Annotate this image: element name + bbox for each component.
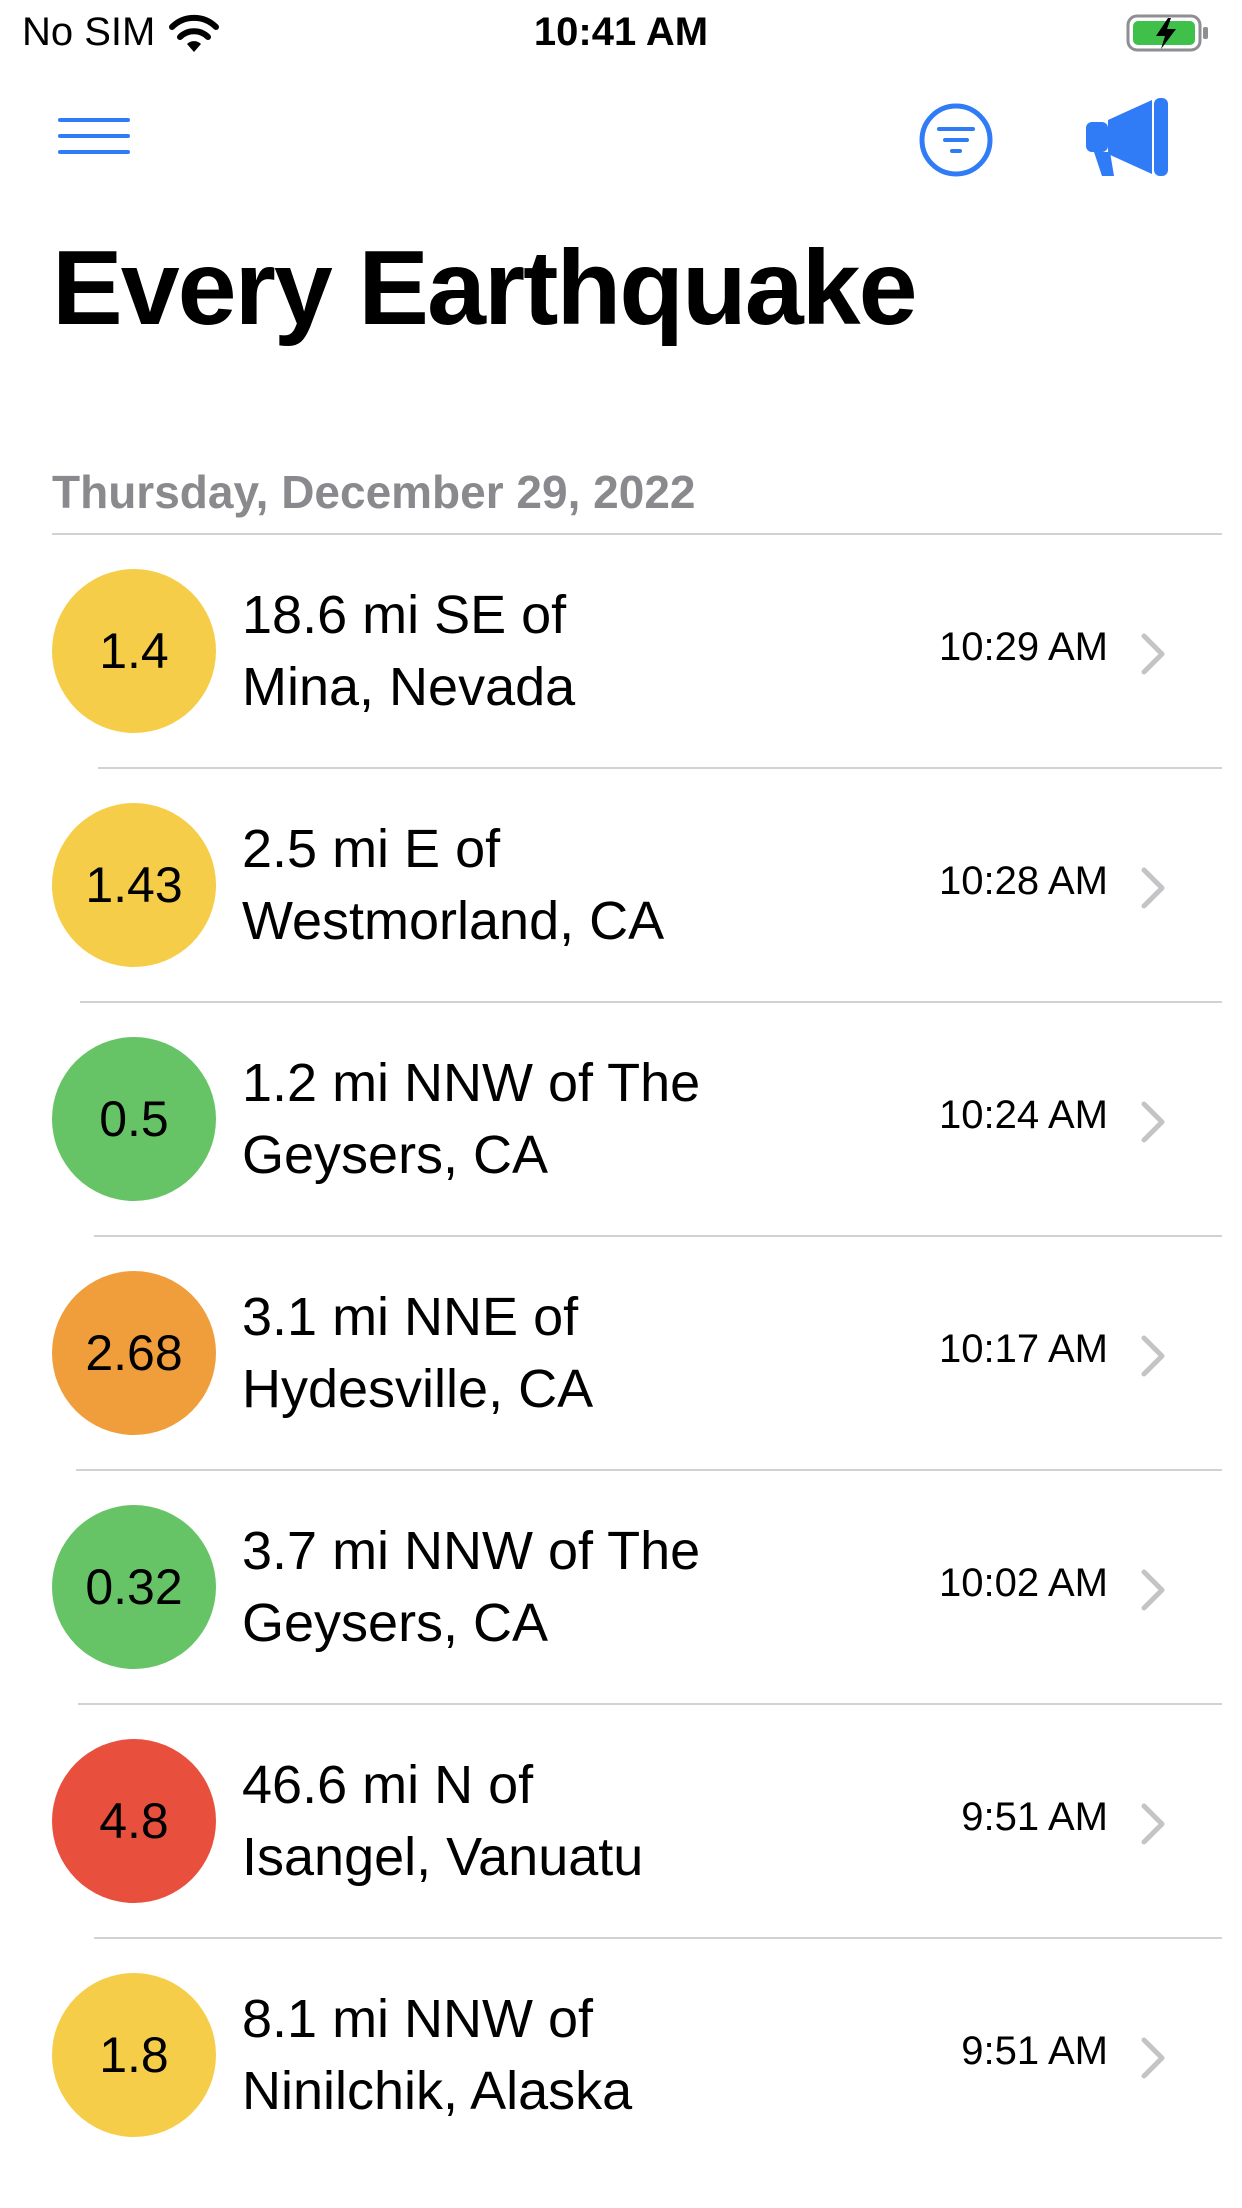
location-text: 3.7 mi NNW of The Geysers, CA — [242, 1515, 882, 1659]
filter-circle-icon[interactable] — [916, 100, 996, 180]
magnitude-badge: 0.5 — [52, 1037, 216, 1201]
magnitude-badge: 0.32 — [52, 1505, 216, 1669]
event-time: 10:24 AM — [938, 1093, 1108, 1137]
location-line-2: Ninilchik, Alaska — [242, 2061, 633, 2121]
location-line-2: Isangel, Vanuatu — [242, 1827, 644, 1887]
status-bar: No SIM 10:41 AM — [0, 0, 1242, 70]
magnitude-badge: 4.8 — [52, 1739, 216, 1903]
section-date-header: Thursday, December 29, 2022 — [52, 466, 696, 518]
location-text: 1.2 mi NNW of The Geysers, CA — [242, 1047, 882, 1191]
page-title: Every Earthquake — [52, 229, 918, 347]
earthquake-row[interactable]: 1.8 8.1 mi NNW of Ninilchik, Alaska 9:51 AM — [0, 1939, 1242, 2173]
hamburger-menu-icon[interactable] — [52, 108, 136, 168]
location-line-2: Mina, Nevada — [242, 657, 576, 717]
chevron-right-icon — [1141, 633, 1165, 675]
magnitude-badge: 1.8 — [52, 1973, 216, 2137]
location-line-1: 18.6 mi SE of — [242, 585, 567, 645]
status-time: 10:41 AM — [533, 10, 709, 54]
location-line-1: 46.6 mi N of — [242, 1755, 534, 1815]
event-time: 10:29 AM — [938, 625, 1108, 669]
chevron-right-icon — [1141, 1803, 1165, 1845]
location-line-1: 3.1 mi NNE of — [242, 1287, 579, 1347]
earthquake-row[interactable]: 1.4 18.6 mi SE of Mina, Nevada 10:29 AM — [0, 535, 1242, 769]
location-text: 8.1 mi NNW of Ninilchik, Alaska — [242, 1983, 882, 2127]
chevron-right-icon — [1141, 1569, 1165, 1611]
location-line-2: Hydesville, CA — [242, 1359, 594, 1419]
event-time: 9:51 AM — [961, 2029, 1108, 2073]
location-line-1: 1.2 mi NNW of The — [242, 1053, 701, 1113]
location-text: 2.5 mi E of Westmorland, CA — [242, 813, 882, 957]
earthquake-row[interactable]: 0.32 3.7 mi NNW of The Geysers, CA 10:02 AM — [0, 1471, 1242, 1705]
location-text: 18.6 mi SE of Mina, Nevada — [242, 579, 882, 723]
chevron-right-icon — [1141, 1101, 1165, 1143]
location-line-1: 2.5 mi E of — [242, 819, 501, 879]
earthquake-row[interactable]: 0.5 1.2 mi NNW of The Geysers, CA 10:24 AM — [0, 1003, 1242, 1237]
magnitude-badge: 1.4 — [52, 569, 216, 733]
chevron-right-icon — [1141, 1335, 1165, 1377]
event-time: 10:17 AM — [938, 1327, 1108, 1371]
magnitude-badge: 1.43 — [52, 803, 216, 967]
location-line-2: Geysers, CA — [242, 1125, 549, 1185]
location-line-1: 8.1 mi NNW of — [242, 1989, 594, 2049]
event-time: 9:51 AM — [961, 1795, 1108, 1839]
event-time: 10:28 AM — [938, 859, 1108, 903]
location-text: 3.1 mi NNE of Hydesville, CA — [242, 1281, 882, 1425]
location-line-2: Westmorland, CA — [242, 891, 665, 951]
earthquake-row[interactable]: 2.68 3.1 mi NNE of Hydesville, CA 10:17 AM — [0, 1237, 1242, 1471]
event-time: 10:02 AM — [938, 1561, 1108, 1605]
magnitude-badge: 2.68 — [52, 1271, 216, 1435]
chevron-right-icon — [1141, 867, 1165, 909]
location-line-1: 3.7 mi NNW of The — [242, 1521, 701, 1581]
megaphone-icon[interactable] — [1080, 96, 1176, 180]
location-line-2: Geysers, CA — [242, 1593, 549, 1653]
earthquake-row[interactable]: 1.43 2.5 mi E of Westmorland, CA 10:28 AM — [0, 769, 1242, 1003]
earthquake-list: 1.4 18.6 mi SE of Mina, Nevada 10:29 AM 1.43… — [0, 535, 1242, 2173]
chevron-right-icon — [1141, 2037, 1165, 2079]
location-text: 46.6 mi N of Isangel, Vanuatu — [242, 1749, 882, 1893]
battery-charging-icon — [1126, 14, 1208, 52]
earthquake-row[interactable]: 4.8 46.6 mi N of Isangel, Vanuatu 9:51 AM — [0, 1705, 1242, 1939]
